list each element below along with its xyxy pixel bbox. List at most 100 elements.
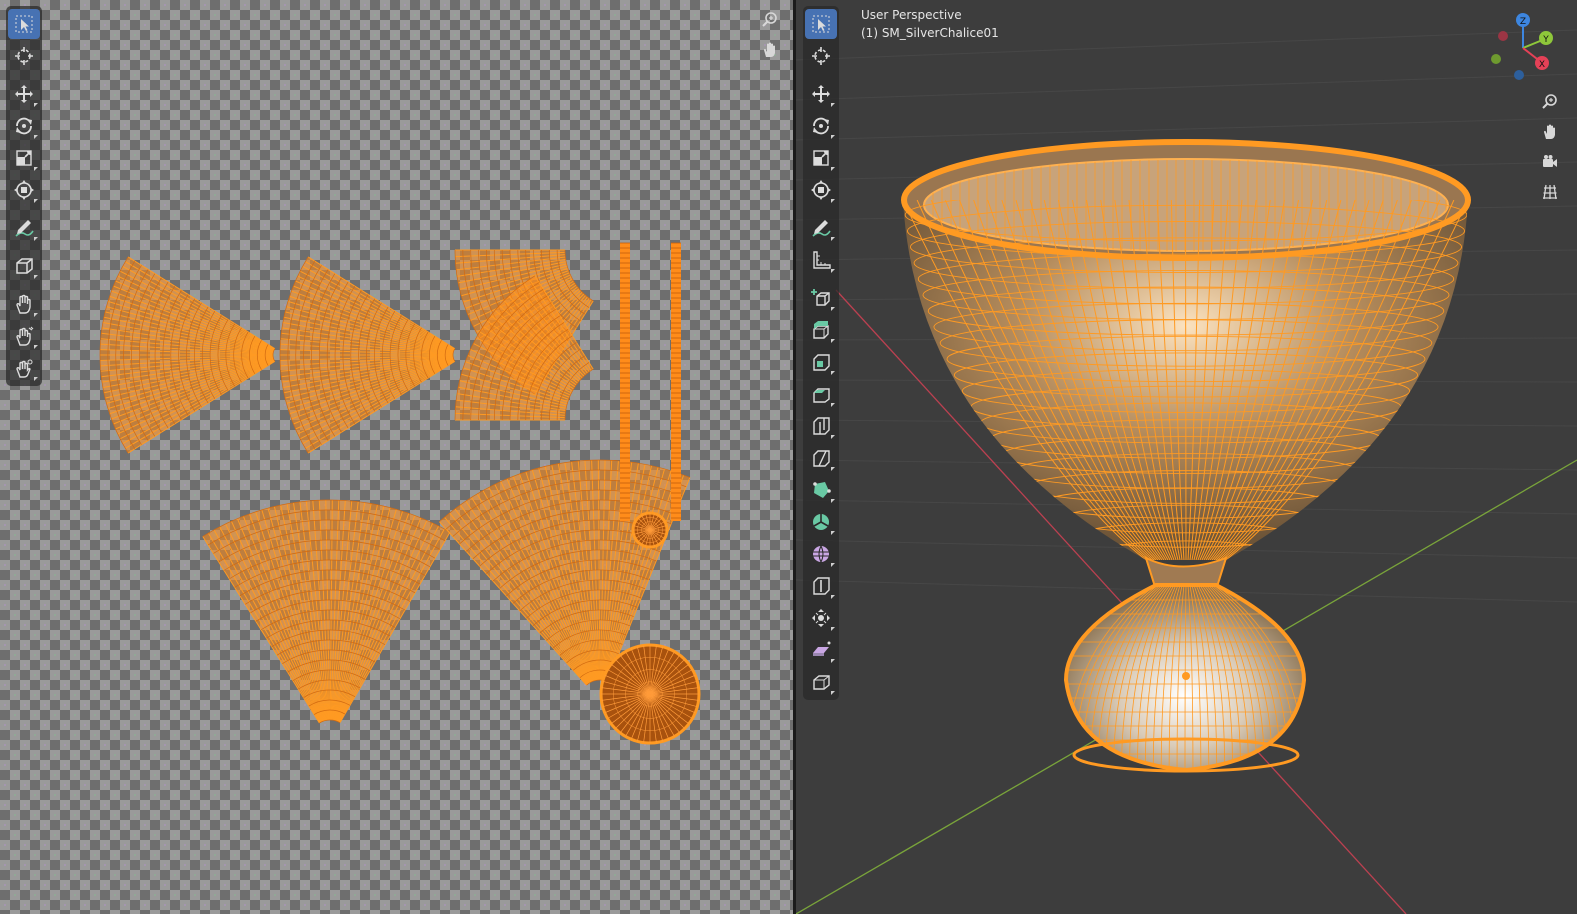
viewport-tool-rotate[interactable]: [805, 111, 837, 141]
grid-icon: [1543, 184, 1557, 200]
annotate-icon: [15, 220, 34, 237]
uv-island-strip-2[interactable]: [671, 242, 681, 521]
select-box-icon: [812, 15, 830, 33]
viewport-tool-spin[interactable]: [805, 507, 837, 537]
submenu-corner-indicator: [34, 103, 38, 107]
zoom-icon: [762, 12, 777, 27]
submenu-corner-indicator: [831, 435, 835, 439]
uv-tool-rip-region[interactable]: [8, 251, 40, 281]
uv-tool-move[interactable]: [8, 79, 40, 109]
submenu-corner-indicator: [831, 691, 835, 695]
grab-hand-icon: [16, 294, 31, 314]
viewport-tool-transform[interactable]: [805, 175, 837, 205]
gizmo-neg-x-axis[interactable]: [1498, 31, 1508, 41]
submenu-corner-indicator: [831, 403, 835, 407]
spin-icon: [813, 514, 829, 530]
submenu-corner-indicator: [831, 595, 835, 599]
inset-icon: [813, 354, 830, 371]
object-origin: [1182, 672, 1190, 680]
viewport-tool-loop-cut[interactable]: [805, 411, 837, 441]
zoom-icon: [1542, 94, 1557, 109]
uv-tool-transform[interactable]: [8, 175, 40, 205]
viewport-tool-move[interactable]: [805, 79, 837, 109]
submenu-corner-indicator: [831, 339, 835, 343]
viewport-tool-inset[interactable]: [805, 347, 837, 377]
uv-island-disc-small[interactable]: [631, 511, 669, 549]
uv-tool-cursor[interactable]: [8, 41, 40, 71]
submenu-corner-indicator: [831, 563, 835, 567]
transform-icon: [811, 180, 831, 200]
viewport-tool-smooth[interactable]: [805, 539, 837, 569]
3d-viewport[interactable]: User Perspective (1) SM_SilverChalice01 …: [796, 0, 1577, 914]
viewport-tool-poly-build[interactable]: [805, 475, 837, 505]
uv-editor[interactable]: [0, 0, 793, 914]
gizmo-neg-y-axis[interactable]: [1491, 54, 1501, 64]
shrink-fatten-icon: [812, 609, 830, 627]
cursor-icon: [812, 47, 830, 65]
viewport-tool-edge-slide[interactable]: [805, 571, 837, 601]
viewport-canvas[interactable]: [796, 0, 1577, 914]
uv-pan-button[interactable]: [757, 37, 783, 63]
uv-island-disc-large[interactable]: [599, 643, 701, 745]
uv-tool-annotate[interactable]: [8, 213, 40, 243]
uv-tool-grab-hand[interactable]: [8, 289, 40, 319]
bevel-icon: [813, 388, 830, 403]
submenu-corner-indicator: [831, 467, 835, 471]
shear-icon: [813, 641, 831, 656]
submenu-corner-indicator: [831, 199, 835, 203]
submenu-corner-indicator: [831, 627, 835, 631]
uv-toolbar: [6, 6, 42, 386]
viewport-tool-annotate[interactable]: [805, 213, 837, 243]
submenu-corner-indicator: [34, 345, 38, 349]
add-cube-icon: [811, 289, 830, 306]
viewport-grid-button[interactable]: [1537, 179, 1563, 205]
viewport-tool-add-cube[interactable]: [805, 283, 837, 313]
uv-tool-scale[interactable]: [8, 143, 40, 173]
smooth-icon: [813, 545, 829, 563]
loop-cut-icon: [813, 417, 830, 435]
uv-tool-relax-hand[interactable]: [8, 321, 40, 351]
viewport-zoom-button[interactable]: [1537, 89, 1563, 115]
viewport-tool-scale[interactable]: [805, 143, 837, 173]
rotate-icon: [16, 117, 32, 135]
uv-tool-rotate[interactable]: [8, 111, 40, 141]
cursor-icon: [15, 47, 33, 65]
viewport-camera-button[interactable]: [1537, 149, 1563, 175]
transform-icon: [14, 180, 34, 200]
measure-icon: [813, 251, 831, 269]
submenu-corner-indicator: [831, 167, 835, 171]
uv-island-canvas[interactable]: [0, 0, 793, 914]
knife-icon: [813, 450, 830, 467]
submenu-corner-indicator: [831, 103, 835, 107]
view-mode-label: User Perspective: [861, 8, 962, 22]
viewport-tool-select-box[interactable]: [805, 9, 837, 39]
gizmo-y-label: Y: [1542, 35, 1549, 45]
uv-tool-pinch-hand[interactable]: [8, 353, 40, 383]
submenu-corner-indicator: [34, 377, 38, 381]
viewport-tool-rip[interactable]: [805, 667, 837, 697]
edge-slide-icon: [813, 577, 830, 595]
viewport-tool-shrink-fatten[interactable]: [805, 603, 837, 633]
uv-island-strip-1[interactable]: [620, 242, 630, 521]
viewport-tool-knife[interactable]: [805, 443, 837, 473]
scale-icon: [16, 150, 32, 166]
uv-zoom-button[interactable]: [757, 7, 783, 33]
viewport-tool-extrude[interactable]: [805, 315, 837, 345]
submenu-corner-indicator: [34, 275, 38, 279]
viewport-toolbar: [803, 6, 839, 700]
viewport-tool-cursor[interactable]: [805, 41, 837, 71]
uv-tool-select-box[interactable]: [8, 9, 40, 39]
navigation-gizmo[interactable]: Z Y X: [1488, 8, 1558, 88]
viewport-tool-shear[interactable]: [805, 635, 837, 665]
viewport-pan-button[interactable]: [1537, 119, 1563, 145]
submenu-corner-indicator: [831, 371, 835, 375]
camera-icon: [1543, 155, 1557, 167]
pan-hand-icon: [1544, 124, 1555, 139]
submenu-corner-indicator: [831, 531, 835, 535]
submenu-corner-indicator: [831, 659, 835, 663]
submenu-corner-indicator: [34, 167, 38, 171]
rip-region-icon: [16, 258, 33, 274]
viewport-tool-measure[interactable]: [805, 245, 837, 275]
gizmo-neg-z-axis[interactable]: [1514, 70, 1524, 80]
viewport-tool-bevel[interactable]: [805, 379, 837, 409]
